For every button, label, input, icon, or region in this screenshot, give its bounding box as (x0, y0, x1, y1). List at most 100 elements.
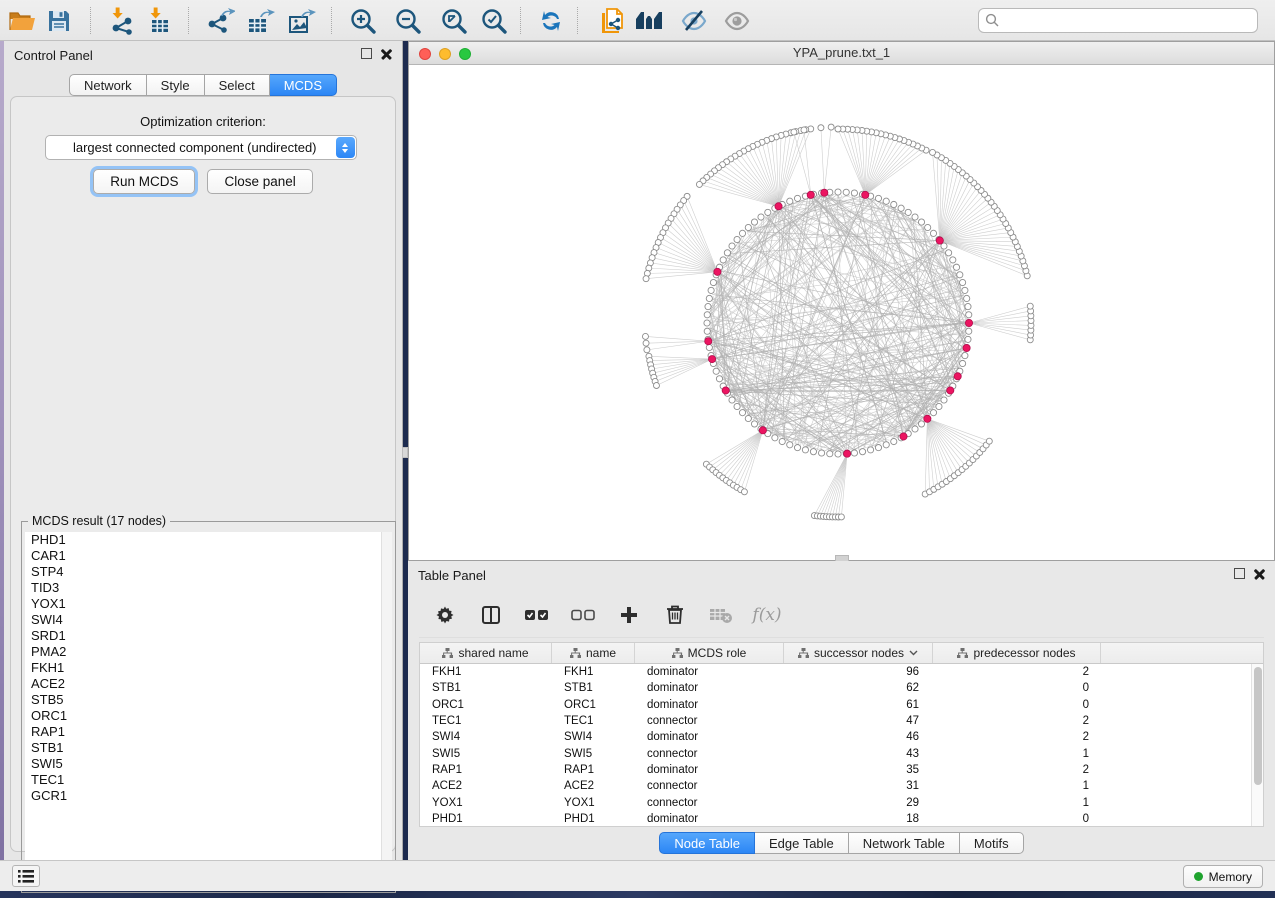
network-node[interactable] (794, 195, 800, 201)
network-node[interactable] (946, 250, 952, 256)
mcds-result-item[interactable]: TEC1 (25, 772, 392, 788)
mcds-network-node[interactable] (963, 344, 970, 351)
network-node[interactable] (739, 410, 745, 416)
network-node[interactable] (745, 415, 751, 421)
network-node[interactable] (734, 403, 740, 409)
network-node[interactable] (950, 257, 956, 263)
network-node[interactable] (891, 201, 897, 207)
delete-column-icon[interactable] (661, 600, 689, 630)
network-node[interactable] (851, 450, 857, 456)
deselect-all-rows-icon[interactable] (569, 600, 597, 630)
network-leaf-node[interactable] (791, 129, 797, 135)
network-node[interactable] (706, 344, 712, 350)
network-leaf-node[interactable] (838, 514, 844, 520)
table-scrollbar-thumb[interactable] (1254, 667, 1262, 785)
network-node[interactable] (787, 442, 793, 448)
mcds-result-item[interactable]: CAR1 (25, 548, 392, 564)
network-node[interactable] (745, 224, 751, 230)
table-row[interactable]: FKH1FKH1dominator962 (420, 664, 1263, 680)
network-node[interactable] (883, 442, 889, 448)
search-input[interactable] (1005, 13, 1251, 28)
close-panel-icon[interactable] (381, 48, 392, 59)
mcds-result-item[interactable]: PMA2 (25, 644, 392, 660)
network-node[interactable] (710, 279, 716, 285)
network-node[interactable] (905, 209, 911, 215)
select-all-rows-icon[interactable] (523, 600, 551, 630)
network-leaf-node[interactable] (696, 181, 702, 187)
network-node[interactable] (966, 328, 972, 334)
network-node[interactable] (875, 195, 881, 201)
network-node[interactable] (959, 279, 965, 285)
network-node[interactable] (912, 426, 918, 432)
tab-network-table[interactable]: Network Table (849, 832, 960, 854)
mcds-result-item[interactable]: TID3 (25, 580, 392, 596)
float-table-panel-icon[interactable] (1234, 568, 1245, 579)
network-window-titlebar[interactable]: YPA_prune.txt_1 (409, 42, 1274, 65)
network-leaf-node[interactable] (642, 333, 648, 339)
network-node[interactable] (704, 328, 710, 334)
network-leaf-node[interactable] (835, 126, 841, 132)
network-leaf-node[interactable] (818, 125, 824, 131)
show-graphics-icon[interactable] (720, 5, 754, 36)
network-node[interactable] (835, 451, 841, 457)
mcds-result-item[interactable]: ORC1 (25, 708, 392, 724)
mcds-result-item[interactable]: GCR1 (25, 788, 392, 804)
mcds-network-node[interactable] (844, 450, 851, 457)
table-row[interactable]: YOX1YOX1connector291 (420, 794, 1263, 810)
network-node[interactable] (802, 447, 808, 453)
network-node[interactable] (891, 438, 897, 444)
clone-network-icon[interactable] (595, 5, 629, 36)
task-history-button[interactable] (12, 865, 40, 887)
network-node[interactable] (810, 449, 816, 455)
mcds-result-item[interactable]: STB5 (25, 692, 392, 708)
zoom-selected-icon[interactable] (477, 5, 511, 36)
network-leaf-node[interactable] (643, 340, 649, 346)
network-node[interactable] (739, 230, 745, 236)
network-node[interactable] (779, 438, 785, 444)
network-node[interactable] (867, 447, 873, 453)
column-header-shared-name[interactable]: shared name (420, 643, 552, 663)
criterion-select[interactable]: largest connected component (undirected) (45, 135, 357, 160)
mcds-result-item[interactable]: STP4 (25, 564, 392, 580)
table-row[interactable]: RAP1RAP1dominator352 (420, 762, 1263, 778)
mcds-result-item[interactable]: SWI5 (25, 756, 392, 772)
network-node[interactable] (965, 336, 971, 342)
export-image-icon[interactable] (285, 5, 319, 36)
network-node[interactable] (706, 295, 712, 301)
export-network-icon[interactable] (203, 5, 237, 36)
column-header-MCDS-role[interactable]: MCDS role (635, 643, 784, 663)
network-node[interactable] (704, 320, 710, 326)
tab-node-table[interactable]: Node Table (659, 832, 755, 854)
tab-mcds[interactable]: MCDS (270, 74, 337, 96)
network-node[interactable] (936, 403, 942, 409)
column-header-successor-nodes[interactable]: successor nodes (784, 643, 933, 663)
network-leaf-node[interactable] (986, 438, 992, 444)
network-node[interactable] (953, 264, 959, 270)
mcds-network-node[interactable] (775, 203, 782, 210)
export-table-icon[interactable] (244, 5, 278, 36)
table-row[interactable]: SWI4SWI4dominator462 (420, 729, 1263, 745)
mcds-result-item[interactable]: RAP1 (25, 724, 392, 740)
network-leaf-node[interactable] (653, 383, 659, 389)
network-node[interactable] (818, 450, 824, 456)
network-leaf-node[interactable] (828, 124, 834, 130)
network-node[interactable] (835, 189, 841, 195)
column-header-predecessor-nodes[interactable]: predecessor nodes (933, 643, 1101, 663)
mcds-network-node[interactable] (759, 427, 766, 434)
network-node[interactable] (704, 312, 710, 318)
network-node[interactable] (918, 421, 924, 427)
mcds-result-item[interactable]: STB1 (25, 740, 392, 756)
run-mcds-button[interactable]: Run MCDS (93, 169, 195, 194)
network-node[interactable] (925, 224, 931, 230)
network-node[interactable] (930, 230, 936, 236)
show-columns-icon[interactable] (477, 600, 505, 630)
network-node[interactable] (705, 303, 711, 309)
network-node[interactable] (966, 312, 972, 318)
mcds-network-node[interactable] (924, 415, 931, 422)
column-header-name[interactable]: name (552, 643, 635, 663)
mcds-result-item[interactable]: PHD1 (25, 532, 392, 548)
mcds-result-item[interactable]: YOX1 (25, 596, 392, 612)
mcds-result-list[interactable]: PHD1CAR1STP4TID3YOX1SWI4SRD1PMA2FKH1ACE2… (25, 532, 392, 889)
network-node[interactable] (729, 243, 735, 249)
vertical-splitter-handle[interactable] (402, 447, 408, 458)
